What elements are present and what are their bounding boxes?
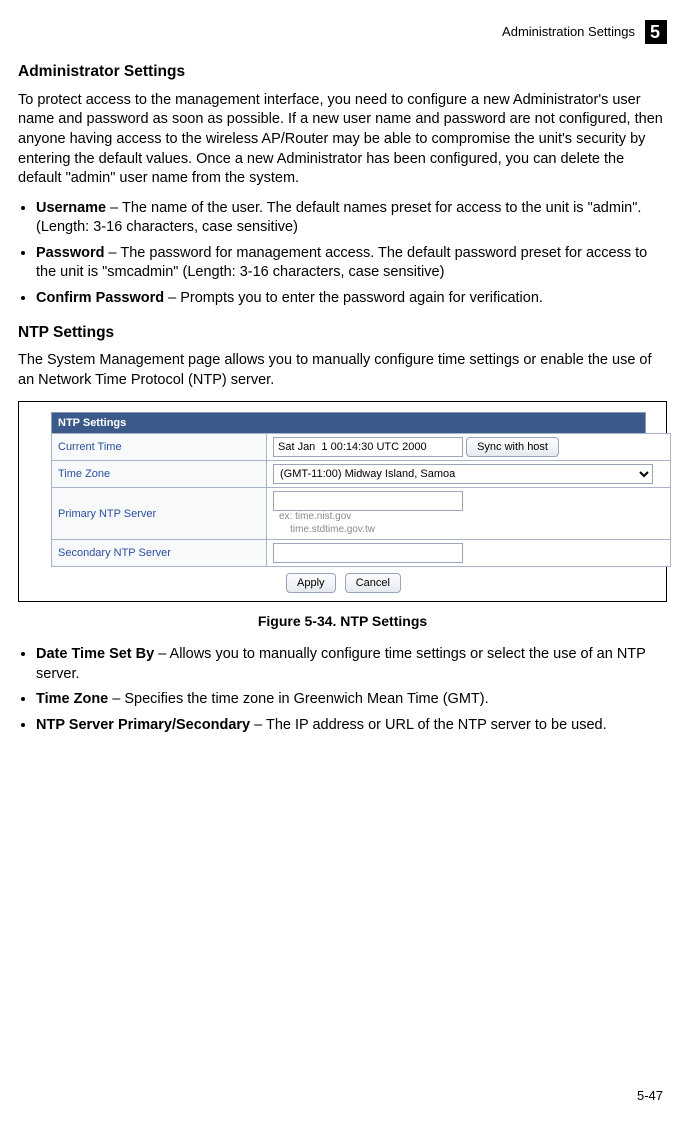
table-row: Current Time Sync with host	[52, 434, 671, 461]
ntp-panel: NTP Settings Current Time Sync with host…	[27, 412, 658, 594]
admin-settings-paragraph: To protect access to the management inte…	[18, 91, 667, 189]
page-header: Administration Settings 5	[18, 20, 667, 44]
item-text: – Specifies the time zone in Greenwich M…	[108, 691, 488, 707]
list-item: Time Zone – Specifies the time zone in G…	[36, 690, 667, 710]
item-label: Time Zone	[36, 691, 108, 707]
ntp-panel-title: NTP Settings	[51, 412, 646, 434]
ntp-button-row: Apply Cancel	[51, 567, 658, 593]
primary-ntp-label: Primary NTP Server	[52, 488, 267, 540]
sync-with-host-button[interactable]: Sync with host	[466, 437, 559, 457]
current-time-label: Current Time	[52, 434, 267, 461]
apply-button[interactable]: Apply	[286, 573, 336, 593]
primary-ntp-input[interactable]	[273, 491, 463, 511]
item-label: Confirm Password	[36, 290, 164, 306]
item-label: Date Time Set By	[36, 646, 154, 662]
time-zone-label: Time Zone	[52, 461, 267, 488]
item-text: – The password for management access. Th…	[36, 245, 647, 281]
secondary-ntp-cell	[267, 540, 671, 567]
table-row: Time Zone (GMT-11:00) Midway Island, Sam…	[52, 461, 671, 488]
primary-ntp-hint: ex: time.nist.gov time.stdtime.gov.tw	[273, 511, 664, 536]
list-item: Date Time Set By – Allows you to manuall…	[36, 645, 667, 684]
secondary-ntp-input[interactable]	[273, 543, 463, 563]
secondary-ntp-label: Secondary NTP Server	[52, 540, 267, 567]
hint-line: ex: time.nist.gov	[279, 511, 351, 522]
table-row: Secondary NTP Server	[52, 540, 671, 567]
ntp-intro-paragraph: The System Management page allows you to…	[18, 351, 667, 390]
figure-caption: Figure 5-34. NTP Settings	[18, 612, 667, 631]
table-row: Primary NTP Server ex: time.nist.gov tim…	[52, 488, 671, 540]
time-zone-select[interactable]: (GMT-11:00) Midway Island, Samoa	[273, 464, 653, 484]
list-item: Username – The name of the user. The def…	[36, 199, 667, 238]
item-label: Username	[36, 200, 106, 216]
cancel-button[interactable]: Cancel	[345, 573, 401, 593]
item-label: NTP Server Primary/Secondary	[36, 717, 250, 733]
page-number: 5-47	[637, 1087, 663, 1105]
item-text: – The name of the user. The default name…	[36, 200, 641, 236]
primary-ntp-cell: ex: time.nist.gov time.stdtime.gov.tw	[267, 488, 671, 540]
time-zone-cell: (GMT-11:00) Midway Island, Samoa	[267, 461, 671, 488]
ntp-settings-heading: NTP Settings	[18, 323, 667, 344]
chapter-badge: 5	[645, 20, 667, 44]
list-item: Password – The password for management a…	[36, 244, 667, 283]
list-item: Confirm Password – Prompts you to enter …	[36, 289, 667, 309]
item-text: – The IP address or URL of the NTP serve…	[250, 717, 607, 733]
admin-settings-heading: Administrator Settings	[18, 62, 667, 83]
item-text: – Prompts you to enter the password agai…	[164, 290, 543, 306]
header-title: Administration Settings	[502, 23, 635, 41]
ntp-figure: NTP Settings Current Time Sync with host…	[18, 401, 667, 603]
current-time-cell: Sync with host	[267, 434, 671, 461]
current-time-input[interactable]	[273, 437, 463, 457]
ntp-description-list: Date Time Set By – Allows you to manuall…	[18, 645, 667, 735]
item-label: Password	[36, 245, 105, 261]
list-item: NTP Server Primary/Secondary – The IP ad…	[36, 716, 667, 736]
ntp-table: Current Time Sync with host Time Zone (G…	[51, 433, 671, 567]
hint-line: time.stdtime.gov.tw	[290, 524, 375, 535]
admin-settings-list: Username – The name of the user. The def…	[18, 199, 667, 309]
